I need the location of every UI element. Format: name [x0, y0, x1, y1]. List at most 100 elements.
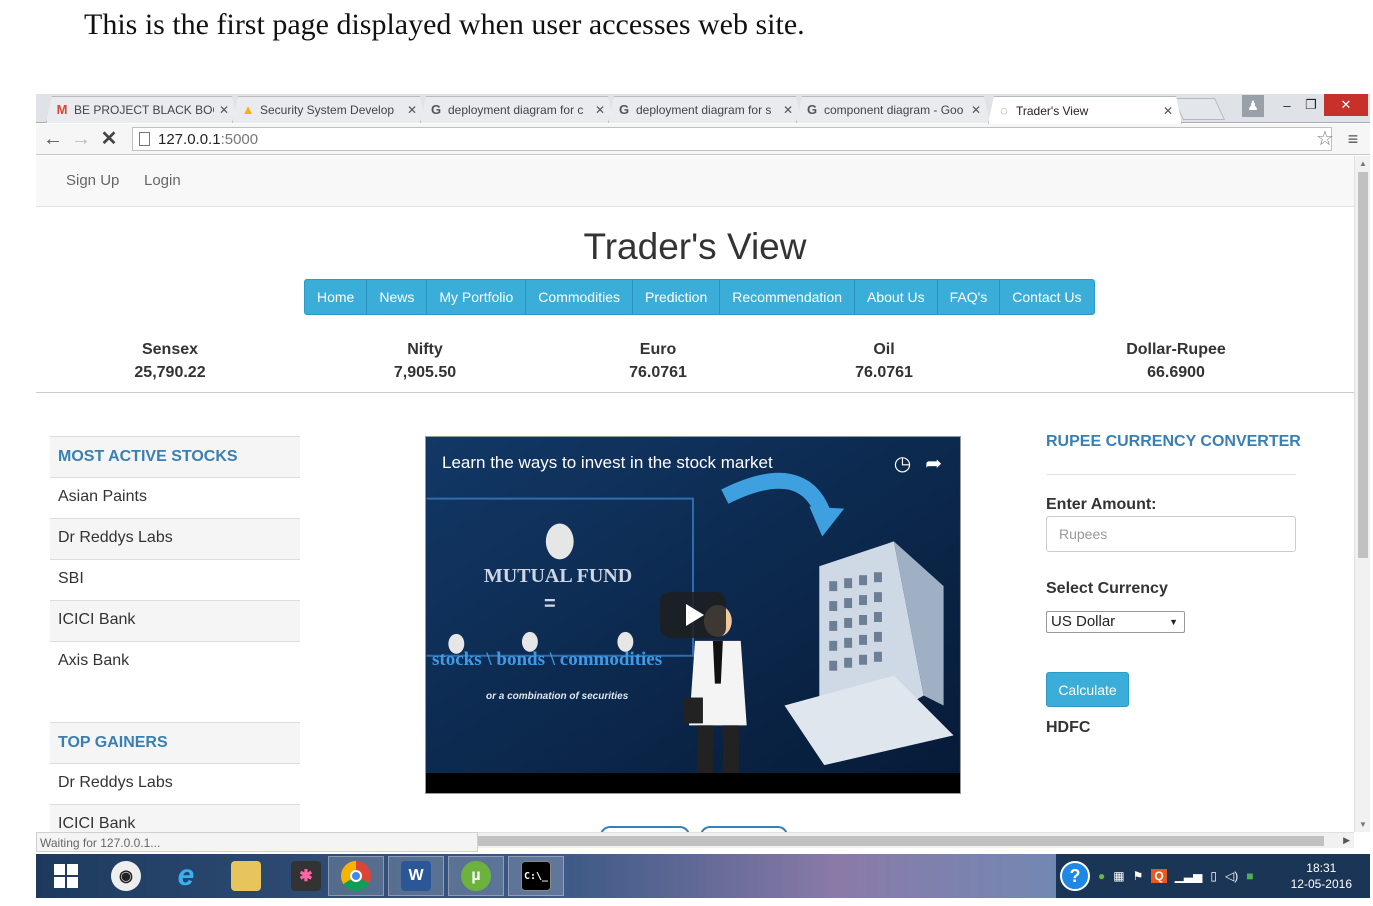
taskbar-internet-explorer[interactable]: e	[158, 856, 214, 896]
list-item[interactable]: ICICI Bank	[50, 601, 300, 642]
tab-component-diagram[interactable]: G component diagram - Goo ✕	[796, 96, 990, 123]
calculate-button[interactable]: Calculate	[1046, 672, 1129, 707]
nav-home[interactable]: Home	[305, 280, 368, 314]
login-link[interactable]: Login	[144, 172, 181, 189]
tab-title: component diagram - Goo	[824, 103, 964, 117]
vertical-scrollbar[interactable]: ▲ ▼	[1354, 156, 1370, 832]
close-tab-icon[interactable]: ✕	[219, 103, 229, 117]
nav-commodities[interactable]: Commodities	[526, 280, 633, 314]
loading-icon: ◌	[1000, 102, 1008, 118]
list-item[interactable]: SBI	[50, 560, 300, 601]
battery-icon[interactable]: ▯	[1210, 869, 1217, 883]
scroll-down-icon[interactable]: ▼	[1359, 820, 1367, 829]
nav-my-portfolio[interactable]: My Portfolio	[427, 280, 527, 314]
volume-icon[interactable]: ◁)	[1225, 869, 1238, 883]
list-item[interactable]: ICICI Bank	[50, 805, 300, 832]
video-subtitle-text: or a combination of securities	[486, 691, 629, 702]
tray-grid-icon[interactable]: ▦	[1113, 869, 1124, 883]
list-item[interactable]: Dr Reddys Labs	[50, 764, 300, 805]
close-tab-icon[interactable]: ✕	[1163, 104, 1173, 118]
list-item[interactable]: Dr Reddys Labs	[50, 519, 300, 560]
taskbar-utorrent[interactable]: µ	[448, 856, 504, 896]
nav-news[interactable]: News	[367, 280, 428, 314]
scrollbar-thumb[interactable]	[1358, 172, 1368, 558]
back-icon[interactable]: ←	[42, 128, 64, 150]
url-input[interactable]: 127.0.0.1:5000	[132, 127, 1332, 151]
nav-prediction[interactable]: Prediction	[633, 280, 721, 314]
tab-title: Trader's View	[1016, 103, 1089, 118]
scrollbar-thumb[interactable]	[478, 836, 1324, 846]
bookmark-star-icon[interactable]: ☆	[1314, 128, 1336, 150]
taskbar-webcam-app[interactable]: ◉	[98, 856, 154, 896]
start-button[interactable]	[38, 856, 94, 896]
tab-traders-view[interactable]: ◌ Trader's View ✕	[988, 96, 1182, 124]
share-icon[interactable]: ➦	[925, 451, 942, 476]
nav-about-us[interactable]: About Us	[855, 280, 938, 314]
tab-be-project[interactable]: M BE PROJECT BLACK BOOK ✕	[46, 96, 238, 123]
ticker-name: Oil	[873, 341, 895, 358]
top-gainers-panel: TOP GAINERS Dr Reddys Labs ICICI Bank	[50, 722, 300, 832]
taskbar-file-explorer[interactable]	[218, 856, 274, 896]
scroll-right-icon[interactable]: ▶	[1343, 835, 1350, 846]
video-player[interactable]: Learn the ways to invest in the stock ma…	[425, 436, 961, 794]
nav-recommendation[interactable]: Recommendation	[720, 280, 855, 314]
new-tab-button[interactable]	[1172, 98, 1226, 120]
currency-select[interactable]: US Dollar ▼	[1046, 611, 1185, 633]
ticker-name: Sensex	[141, 341, 199, 358]
clock-date: 12-05-2016	[1290, 877, 1352, 891]
close-tab-icon[interactable]: ✕	[595, 103, 605, 117]
play-button[interactable]	[660, 592, 726, 638]
palette-icon: ✱	[291, 861, 321, 891]
help-icon[interactable]: ?	[1060, 861, 1090, 891]
close-tab-icon[interactable]: ✕	[971, 103, 981, 117]
watch-later-icon[interactable]: ◷	[894, 451, 911, 476]
gmail-icon: M	[56, 102, 68, 117]
nav-contact-us[interactable]: Contact Us	[1000, 280, 1093, 314]
video-assets-text: stocks \ bonds \ commodities	[432, 649, 663, 670]
taskbar-clock[interactable]: 18:31 12-05-2016	[1291, 860, 1352, 892]
document-caption: This is the first page displayed when us…	[84, 8, 805, 41]
close-tab-icon[interactable]: ✕	[407, 103, 417, 117]
section-divider	[36, 392, 1354, 393]
restore-icon[interactable]: ❐	[1300, 94, 1322, 116]
tray-green-icon[interactable]: ■	[1246, 869, 1253, 883]
tab-security-system[interactable]: ▲ Security System Develop ✕	[232, 96, 426, 123]
list-item[interactable]: Asian Paints	[50, 478, 300, 519]
tray-q-icon[interactable]: Q	[1151, 869, 1167, 883]
most-active-stocks-panel: MOST ACTIVE STOCKS Asian Paints Dr Reddy…	[50, 436, 300, 683]
url-host: 127.0.0.1	[158, 130, 221, 148]
taskbar-chrome[interactable]	[328, 856, 384, 896]
tab-deployment-diagram-1[interactable]: G deployment diagram for c ✕	[420, 96, 614, 123]
scroll-up-icon[interactable]: ▲	[1359, 159, 1367, 168]
windows-taskbar: ◉ e ✱ W µ C:\_ ? ● ▦ ⚑ Q ▁▃▅ ▯ ◁) ■ 18:3…	[36, 854, 1370, 898]
windows-logo-icon	[54, 864, 78, 888]
tray-app-icon[interactable]: ●	[1098, 869, 1105, 883]
nav-faqs[interactable]: FAQ's	[938, 280, 1001, 314]
stop-icon[interactable]: ✕	[98, 128, 120, 150]
currency-label: Select Currency	[1046, 580, 1168, 597]
close-window-icon[interactable]: ✕	[1324, 94, 1368, 116]
video-controls-top: ◷ ➦	[894, 451, 942, 476]
forward-icon[interactable]: →	[70, 128, 92, 150]
tab-title: deployment diagram for s	[636, 103, 772, 117]
ticker-value: 7,905.50	[393, 364, 457, 381]
main-nav: Home News My Portfolio Commodities Predi…	[304, 279, 1095, 315]
taskbar-paint-app[interactable]: ✱	[278, 856, 334, 896]
close-tab-icon[interactable]: ✕	[783, 103, 793, 117]
menu-icon[interactable]: ≡	[1342, 128, 1364, 150]
taskbar-word[interactable]: W	[388, 856, 444, 896]
minimize-icon[interactable]: –	[1276, 94, 1298, 116]
amount-input[interactable]	[1046, 516, 1296, 552]
list-item[interactable]: Axis Bank	[50, 642, 300, 683]
amount-label: Enter Amount:	[1046, 496, 1157, 513]
tab-deployment-diagram-2[interactable]: G deployment diagram for s ✕	[608, 96, 802, 123]
panel-heading: MOST ACTIVE STOCKS	[50, 436, 300, 478]
signup-link[interactable]: Sign Up	[66, 172, 119, 189]
action-center-flag-icon[interactable]: ⚑	[1133, 869, 1144, 883]
network-signal-icon[interactable]: ▁▃▅	[1175, 869, 1203, 883]
taskbar-command-prompt[interactable]: C:\_	[508, 856, 564, 896]
clock-time: 18:31	[1306, 861, 1337, 875]
internet-explorer-icon: e	[177, 859, 195, 892]
user-icon[interactable]: ♟	[1242, 95, 1264, 117]
play-icon	[686, 604, 704, 626]
